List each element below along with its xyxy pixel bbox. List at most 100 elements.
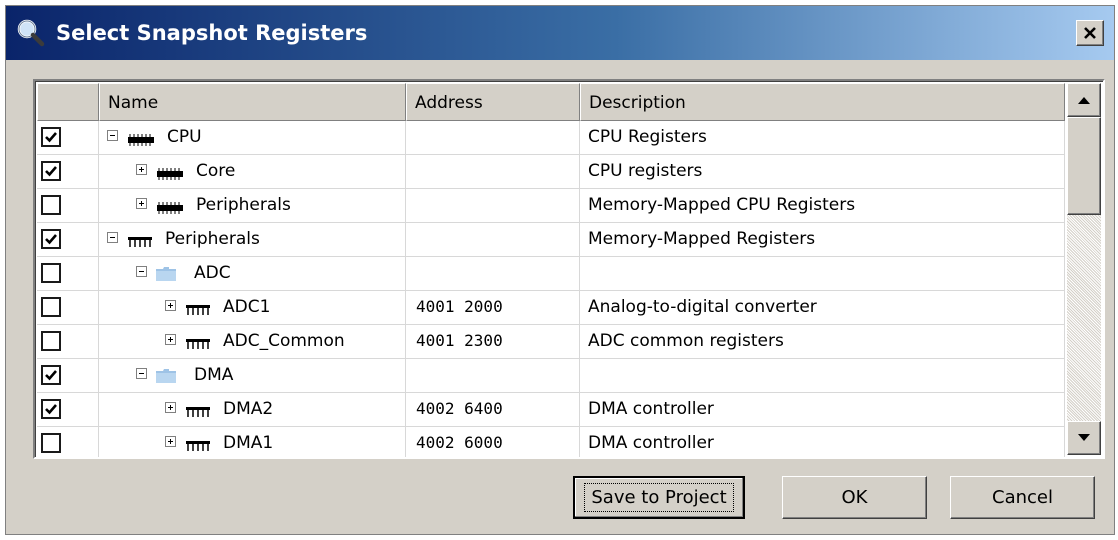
register-tree-table: Name Address Description CPU CPU Register… bbox=[33, 79, 1105, 459]
address-cell: 4001 2300 bbox=[406, 325, 580, 358]
description-cell bbox=[580, 359, 1065, 392]
description-cell: DMA controller bbox=[580, 427, 1065, 457]
dialog-title: Select Snapshot Registers bbox=[56, 21, 368, 45]
check-cell bbox=[37, 393, 99, 426]
description-cell: Analog-to-digital converter bbox=[580, 291, 1065, 324]
collapse-icon[interactable] bbox=[136, 266, 147, 277]
address-cell: 4001 2000 bbox=[406, 291, 580, 324]
row-checkbox[interactable] bbox=[41, 263, 61, 283]
close-icon bbox=[1084, 27, 1096, 39]
close-button[interactable] bbox=[1076, 20, 1104, 46]
scroll-thumb[interactable] bbox=[1067, 117, 1101, 215]
row-checkbox[interactable] bbox=[41, 399, 61, 419]
check-cell bbox=[37, 155, 99, 188]
table-body: CPU CPU Registers Core CPU registers Periphe… bbox=[37, 121, 1065, 457]
row-checkbox[interactable] bbox=[41, 161, 61, 181]
scroll-down-button[interactable] bbox=[1067, 421, 1101, 455]
magnifier-icon bbox=[17, 19, 45, 47]
register-name: Peripherals bbox=[196, 195, 291, 215]
register-block-icon bbox=[185, 437, 211, 457]
cpu-chip-icon bbox=[156, 199, 184, 219]
name-cell: Peripherals bbox=[99, 189, 406, 222]
table-row[interactable]: DMA2 4002 6400 DMA controller bbox=[37, 393, 1065, 427]
row-checkbox[interactable] bbox=[41, 229, 61, 249]
vertical-scrollbar[interactable] bbox=[1067, 83, 1101, 455]
expand-icon[interactable] bbox=[136, 198, 147, 209]
table-row[interactable]: Core CPU registers bbox=[37, 155, 1065, 189]
expand-icon[interactable] bbox=[136, 164, 147, 175]
row-checkbox[interactable] bbox=[41, 195, 61, 215]
register-block-icon bbox=[185, 301, 211, 321]
register-name: Peripherals bbox=[165, 229, 260, 249]
register-block-icon bbox=[185, 403, 211, 423]
name-cell: ADC bbox=[99, 257, 406, 290]
row-checkbox[interactable] bbox=[41, 433, 61, 453]
register-block-icon bbox=[127, 233, 153, 253]
column-header-check[interactable] bbox=[37, 83, 99, 121]
register-name: ADC bbox=[194, 263, 231, 283]
folder-icon bbox=[156, 266, 176, 286]
table-row[interactable]: Peripherals Memory-Mapped Registers bbox=[37, 223, 1065, 257]
save-to-project-button[interactable]: Save to Project bbox=[573, 476, 745, 519]
row-checkbox[interactable] bbox=[41, 331, 61, 351]
ok-button[interactable]: OK bbox=[782, 476, 927, 519]
table-row[interactable]: DMA1 4002 6000 DMA controller bbox=[37, 427, 1065, 457]
address-cell bbox=[406, 223, 580, 256]
expand-icon[interactable] bbox=[165, 300, 176, 311]
table-row[interactable]: ADC bbox=[37, 257, 1065, 291]
register-block-icon bbox=[185, 335, 211, 355]
check-cell bbox=[37, 325, 99, 358]
address-cell: 4002 6000 bbox=[406, 427, 580, 457]
description-cell: CPU Registers bbox=[580, 121, 1065, 154]
register-name: Core bbox=[196, 161, 236, 181]
table-header: Name Address Description bbox=[37, 83, 1065, 121]
name-cell: CPU bbox=[99, 121, 406, 154]
column-header-address[interactable]: Address bbox=[406, 83, 580, 121]
check-cell bbox=[37, 359, 99, 392]
expand-icon[interactable] bbox=[165, 334, 176, 345]
check-cell bbox=[37, 291, 99, 324]
table-row[interactable]: DMA bbox=[37, 359, 1065, 393]
check-cell bbox=[37, 223, 99, 256]
table-row[interactable]: ADC_Common 4001 2300 ADC common registers bbox=[37, 325, 1065, 359]
title-bar[interactable]: Select Snapshot Registers bbox=[6, 6, 1114, 60]
collapse-icon[interactable] bbox=[136, 368, 147, 379]
scroll-down-arrow-icon bbox=[1078, 434, 1090, 441]
cancel-button[interactable]: Cancel bbox=[950, 476, 1095, 519]
table-row[interactable]: CPU CPU Registers bbox=[37, 121, 1065, 155]
row-checkbox[interactable] bbox=[41, 365, 61, 385]
checkmark-icon bbox=[45, 370, 57, 381]
description-cell: CPU registers bbox=[580, 155, 1065, 188]
collapse-icon[interactable] bbox=[107, 232, 118, 243]
column-header-description[interactable]: Description bbox=[580, 83, 1065, 121]
check-cell bbox=[37, 121, 99, 154]
scroll-up-button[interactable] bbox=[1067, 83, 1101, 117]
expand-icon[interactable] bbox=[165, 436, 176, 447]
address-cell bbox=[406, 359, 580, 392]
collapse-icon[interactable] bbox=[107, 130, 118, 141]
address-cell: 4002 6400 bbox=[406, 393, 580, 426]
row-checkbox[interactable] bbox=[41, 127, 61, 147]
checkmark-icon bbox=[45, 234, 57, 245]
name-cell: DMA1 bbox=[99, 427, 406, 457]
address-cell bbox=[406, 257, 580, 290]
name-cell: Peripherals bbox=[99, 223, 406, 256]
table-row[interactable]: Peripherals Memory-Mapped CPU Registers bbox=[37, 189, 1065, 223]
check-cell bbox=[37, 427, 99, 457]
row-checkbox[interactable] bbox=[41, 297, 61, 317]
register-name: ADC_Common bbox=[223, 331, 345, 351]
expand-icon[interactable] bbox=[165, 402, 176, 413]
save-to-project-label: Save to Project bbox=[584, 483, 734, 512]
register-name: DMA2 bbox=[223, 399, 274, 419]
register-name: DMA1 bbox=[223, 433, 274, 453]
register-name: CPU bbox=[167, 127, 202, 147]
column-header-name[interactable]: Name bbox=[99, 83, 406, 121]
description-cell bbox=[580, 257, 1065, 290]
checkmark-icon bbox=[45, 404, 57, 415]
checkmark-icon bbox=[45, 132, 57, 143]
select-snapshot-registers-dialog: Select Snapshot Registers Name Address D… bbox=[5, 5, 1115, 535]
table-row[interactable]: ADC1 4001 2000 Analog-to-digital converter bbox=[37, 291, 1065, 325]
register-name: DMA bbox=[194, 365, 234, 385]
register-name: ADC1 bbox=[223, 297, 271, 317]
name-cell: Core bbox=[99, 155, 406, 188]
